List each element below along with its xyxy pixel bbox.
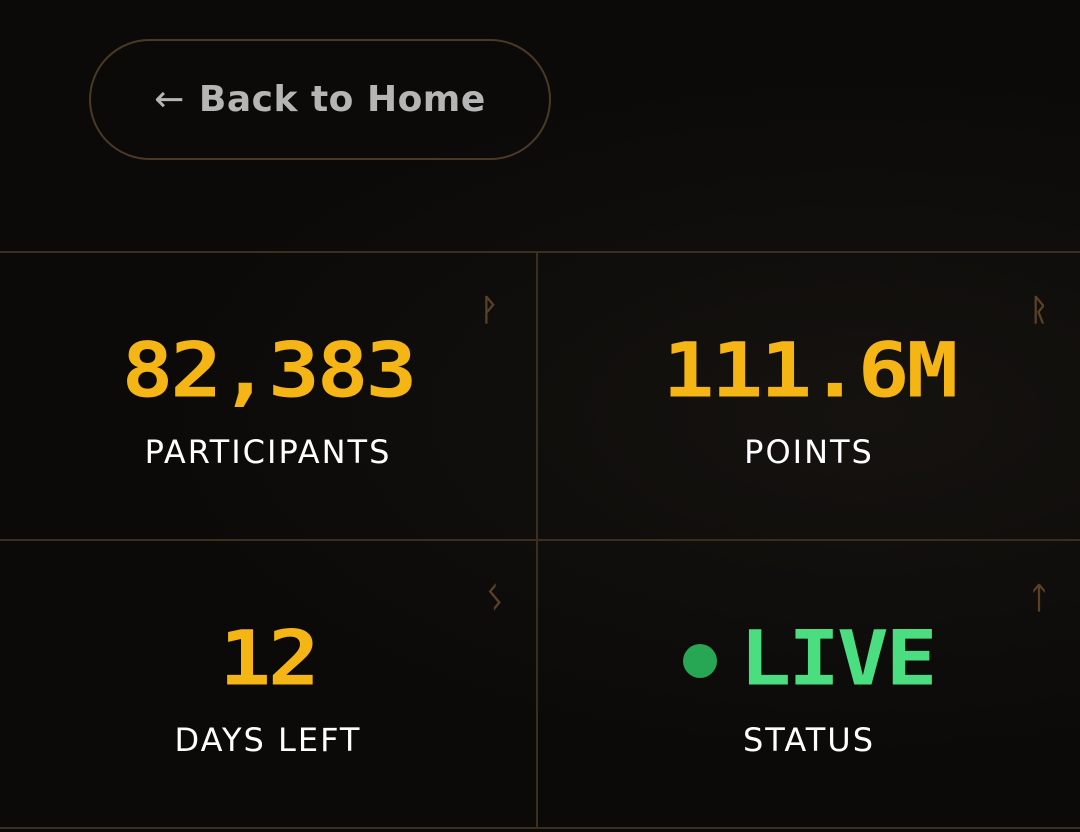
status-label: STATUS <box>742 721 876 759</box>
back-to-home-button[interactable]: ← Back to Home <box>89 39 551 160</box>
stat-card-days-left: ᛊ 12 DAYS LEFT <box>0 541 538 829</box>
rune-wynn-icon: ᚹ <box>480 293 498 328</box>
arrow-left-icon: ← <box>154 79 185 120</box>
points-value: 111.6M <box>662 327 959 415</box>
points-label: POINTS <box>744 433 874 471</box>
stat-card-participants: ᚹ 82,383 PARTICIPANTS <box>0 253 538 541</box>
days-left-value: 12 <box>219 615 320 703</box>
participants-label: PARTICIPANTS <box>144 433 392 471</box>
rune-raido-icon: ᚱ <box>1030 293 1048 328</box>
stats-grid: ᚹ 82,383 PARTICIPANTS ᚱ 111.6M POINTS ᛊ … <box>0 251 1080 829</box>
back-to-home-label: Back to Home <box>198 79 486 120</box>
stat-card-status: ᛏ LIVE STATUS <box>538 541 1080 829</box>
rune-sowilo-icon: ᛊ <box>486 581 504 616</box>
participants-value: 82,383 <box>121 327 418 415</box>
stat-card-points: ᚱ 111.6M POINTS <box>538 253 1080 541</box>
status-value: LIVE <box>739 615 937 703</box>
live-dot-icon <box>683 644 718 678</box>
status-indicator: LIVE <box>538 611 1080 707</box>
days-left-label: DAYS LEFT <box>174 721 362 759</box>
